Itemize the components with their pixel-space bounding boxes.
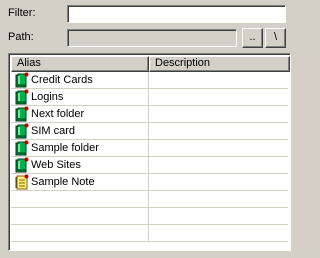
alias-cell: Logins (31, 91, 64, 103)
column-header-alias[interactable]: Alias (11, 56, 149, 72)
alias-cell: Web Sites (31, 159, 81, 171)
path-field (67, 29, 237, 47)
alias-cell: Credit Cards (31, 74, 93, 86)
alias-cell: Sample Note (31, 176, 95, 188)
filter-label: Filter: (8, 7, 36, 19)
alias-cell: Sample folder (31, 142, 99, 154)
root-folder-button[interactable]: \ (265, 28, 286, 48)
up-folder-button[interactable]: .. (242, 28, 263, 48)
list-item[interactable]: Credit Cards (11, 72, 288, 89)
list-item[interactable]: Sample Note (11, 174, 288, 191)
list-item[interactable]: SIM card (11, 123, 288, 140)
list-item[interactable]: Sample folder (11, 140, 288, 157)
filter-input[interactable] (67, 5, 286, 23)
alias-cell: SIM card (31, 125, 76, 137)
empty-row (11, 208, 288, 225)
list-item[interactable]: Next folder (11, 106, 288, 123)
list-item[interactable]: Logins (11, 89, 288, 106)
list-item[interactable]: Web Sites (11, 157, 288, 174)
column-header-description[interactable]: Description (149, 56, 290, 72)
alias-cell: Next folder (31, 108, 85, 120)
entries-list[interactable]: Alias Description Credit Cards Logins Next… (8, 53, 291, 251)
list-rows: Credit Cards Logins Next folder SIM card Sam… (11, 72, 288, 248)
list-header: Alias Description (11, 56, 290, 72)
path-label: Path: (8, 31, 34, 43)
empty-row (11, 191, 288, 208)
empty-row (11, 225, 288, 242)
